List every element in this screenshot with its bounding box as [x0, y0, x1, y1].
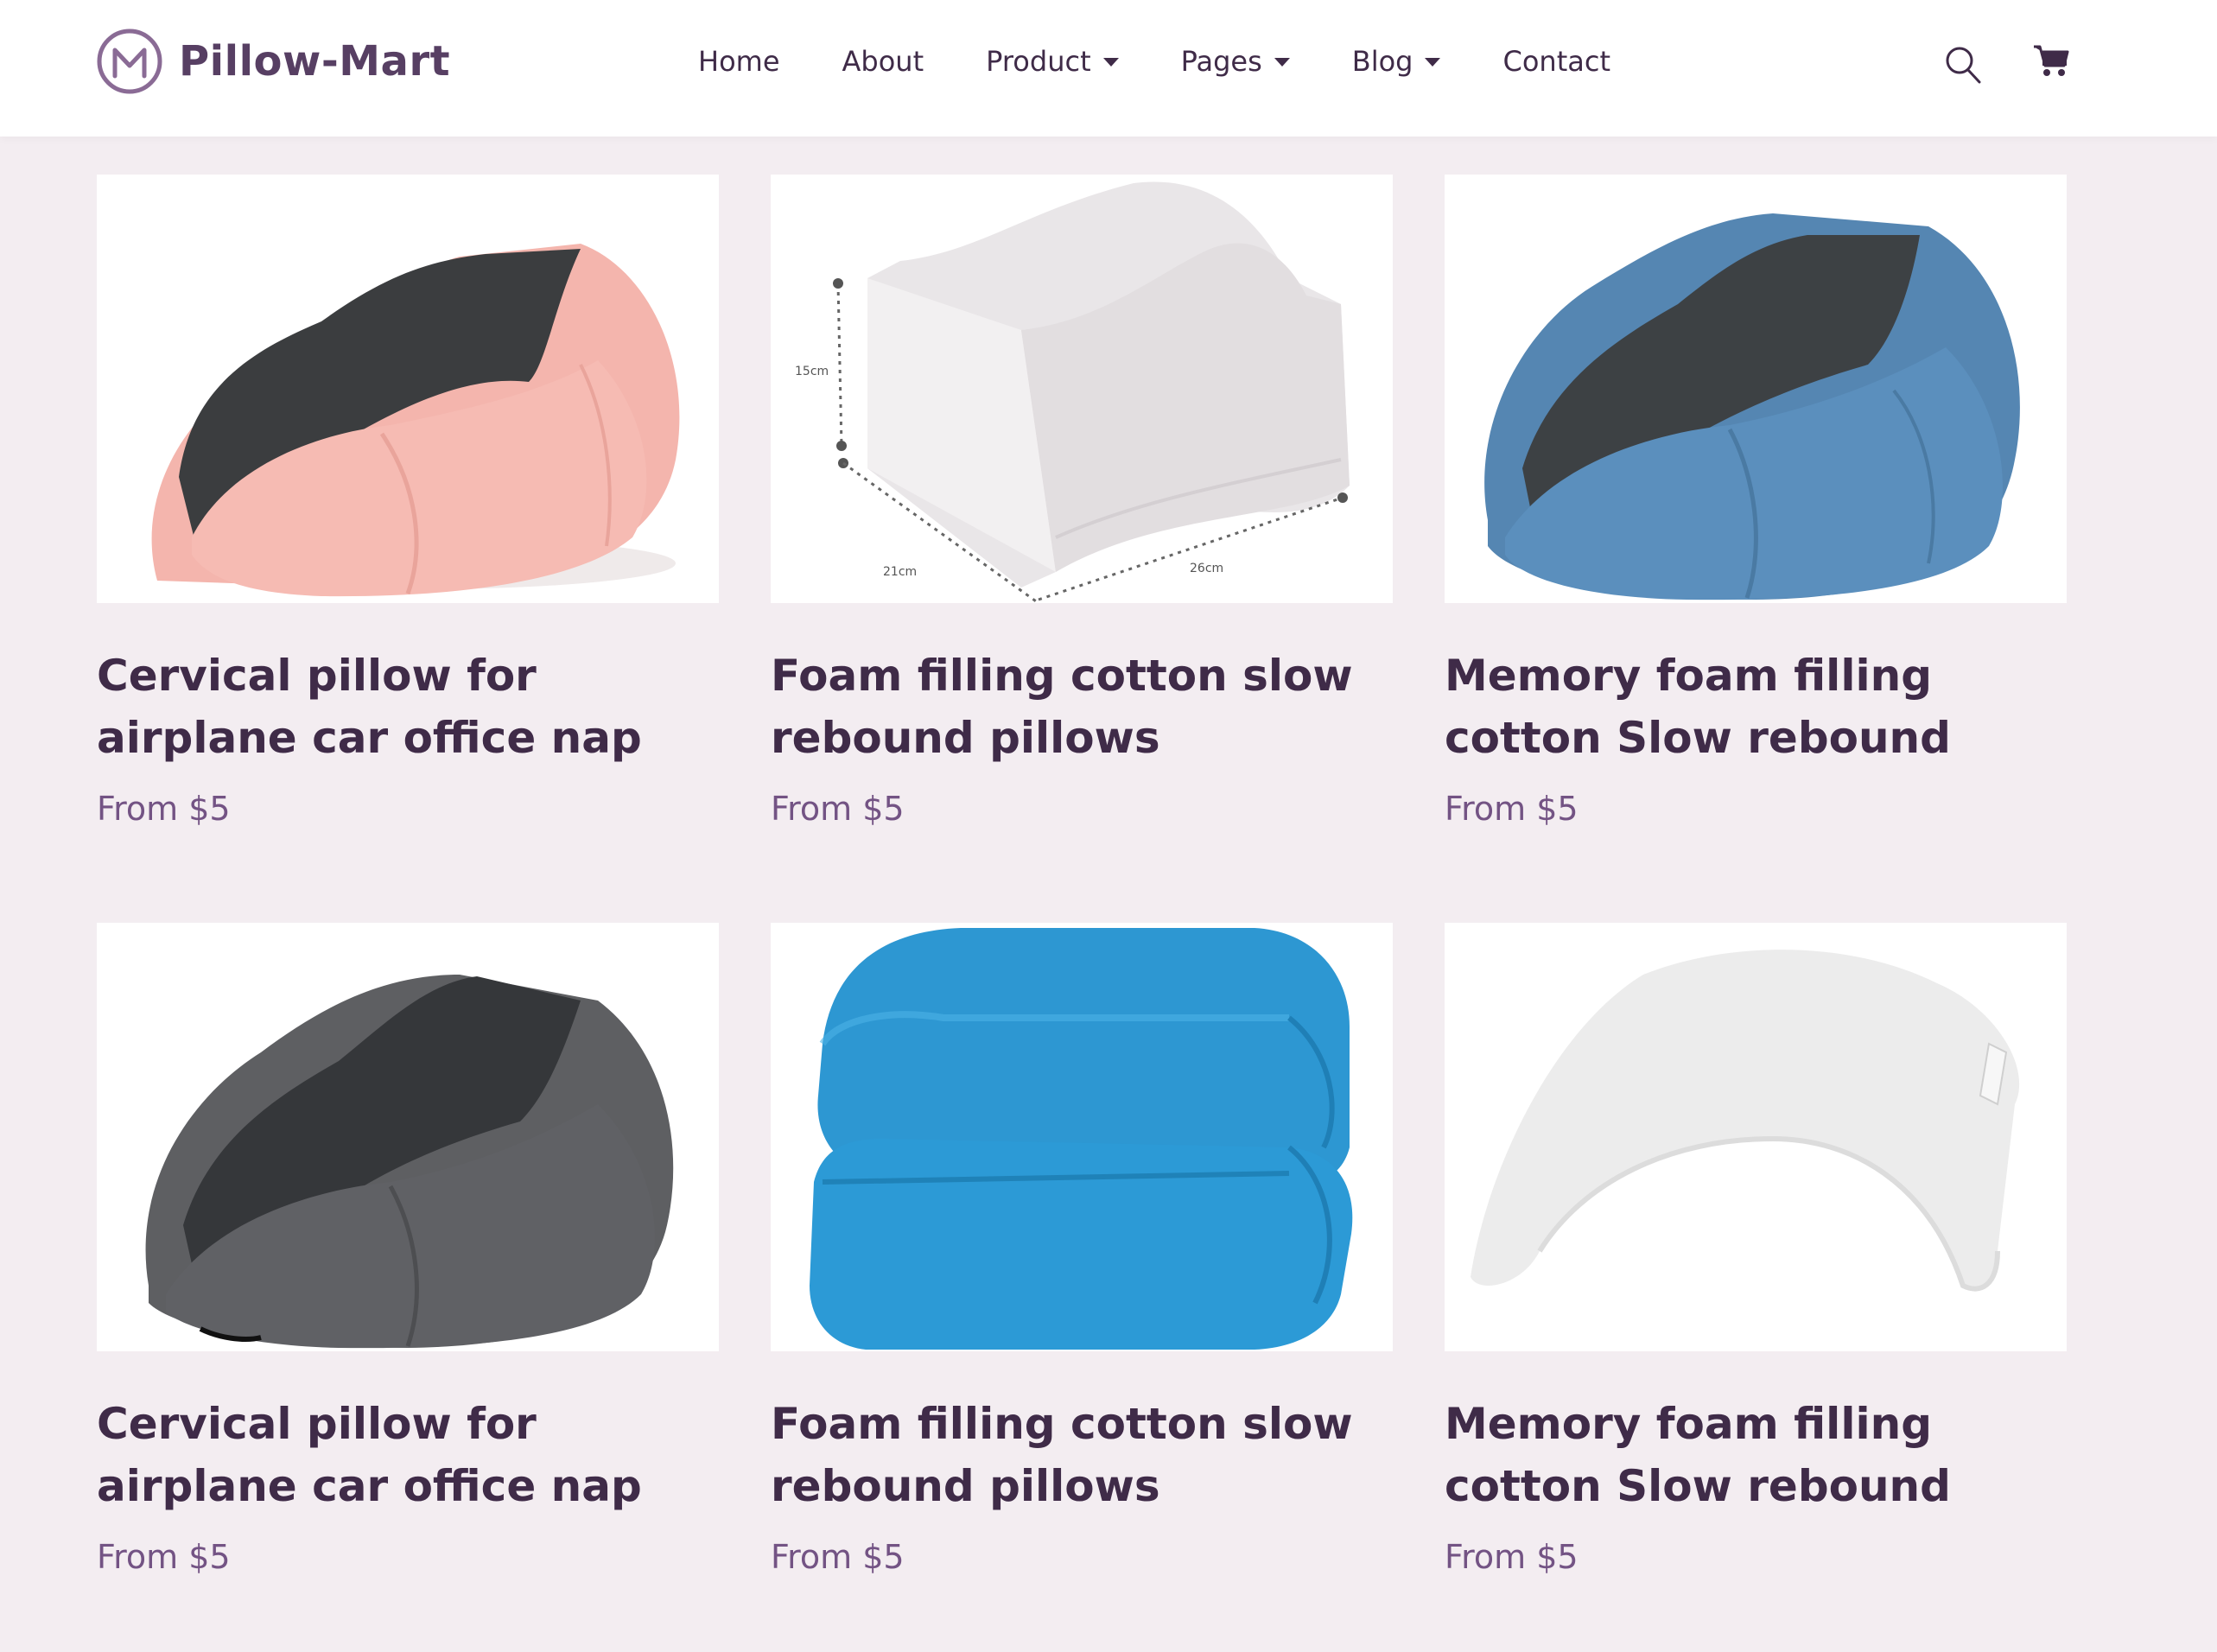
nav-item-label: Contact	[1502, 45, 1610, 78]
white-arched-pillow-image	[1471, 950, 2020, 1292]
product-card[interactable]: 15cm 21cm 26cm Foam filling cotton slow …	[771, 175, 1393, 829]
nav-item-home[interactable]: Home	[698, 45, 780, 78]
product-image[interactable]	[97, 175, 719, 603]
blue-neck-pillow-image	[1484, 213, 2020, 600]
grey-neck-pillow-image	[145, 975, 674, 1349]
product-card[interactable]: Foam filling cotton slow rebound pillows…	[771, 923, 1393, 1578]
caret-down-icon	[1102, 58, 1119, 67]
product-image[interactable]	[771, 923, 1393, 1351]
dimension-label: 15cm	[795, 365, 829, 378]
nav-item-blog[interactable]: Blog	[1352, 45, 1441, 78]
product-grid: Cervical pillow for airplane car office …	[97, 175, 2068, 1578]
site-header: Pillow-Mart Home About Product Pages Blo…	[0, 0, 2217, 137]
product-title[interactable]: Cervical pillow for airplane car office …	[97, 645, 719, 769]
search-icon	[1946, 47, 1981, 84]
product-card[interactable]: Memory foam filling cotton Slow rebound …	[1445, 175, 2067, 829]
product-price: From $5	[1445, 790, 1579, 828]
product-price: From $5	[1445, 1538, 1579, 1576]
main-nav: Home About Product Pages Blog Contact	[698, 41, 1610, 81]
product-image[interactable]	[1445, 175, 2067, 603]
product-image[interactable]: 15cm 21cm 26cm	[771, 175, 1393, 603]
nav-item-contact[interactable]: Contact	[1502, 45, 1610, 78]
nav-item-pages[interactable]: Pages	[1181, 45, 1290, 78]
product-title[interactable]: Foam filling cotton slow rebound pillows	[771, 1393, 1393, 1517]
nav-item-about[interactable]: About	[842, 45, 924, 78]
product-card[interactable]: Memory foam filling cotton Slow rebound …	[1445, 923, 2067, 1578]
product-image[interactable]	[1445, 923, 2067, 1351]
product-card[interactable]: Cervical pillow for airplane car office …	[97, 923, 719, 1578]
brand-name: Pillow-Mart	[179, 37, 451, 86]
product-image[interactable]	[97, 923, 719, 1351]
m-circle-logo-icon	[97, 29, 162, 94]
product-title[interactable]: Memory foam filling cotton Slow rebound …	[1445, 1393, 2067, 1517]
nav-item-product[interactable]: Product	[986, 45, 1119, 78]
caret-down-icon	[1425, 58, 1441, 67]
cart-button[interactable]	[2032, 43, 2070, 78]
product-price: From $5	[97, 790, 231, 828]
search-button[interactable]	[1944, 45, 1982, 85]
product-card[interactable]: Cervical pillow for airplane car office …	[97, 175, 719, 829]
nav-item-label: Pages	[1180, 45, 1262, 78]
dimension-label: 26cm	[1190, 562, 1223, 575]
dimension-label: 21cm	[883, 565, 917, 579]
brand-logo-link[interactable]: Pillow-Mart	[96, 28, 450, 95]
folded-blue-blanket-image	[810, 928, 1353, 1350]
product-price: From $5	[771, 1538, 905, 1576]
nav-item-label: Blog	[1351, 45, 1413, 78]
pink-neck-pillow-image	[151, 244, 680, 597]
nav-item-label: Product	[986, 45, 1091, 78]
shopping-cart-icon	[2034, 45, 2069, 76]
nav-item-label: About	[842, 45, 924, 78]
nav-item-label: Home	[698, 45, 780, 78]
product-title[interactable]: Memory foam filling cotton Slow rebound …	[1445, 645, 2067, 769]
product-price: From $5	[97, 1538, 231, 1576]
caret-down-icon	[1274, 58, 1290, 67]
product-title[interactable]: Foam filling cotton slow rebound pillows	[771, 645, 1393, 769]
product-price: From $5	[771, 790, 905, 828]
product-title[interactable]: Cervical pillow for airplane car office …	[97, 1393, 719, 1517]
white-knee-pillow-image: 15cm 21cm 26cm	[795, 181, 1350, 603]
